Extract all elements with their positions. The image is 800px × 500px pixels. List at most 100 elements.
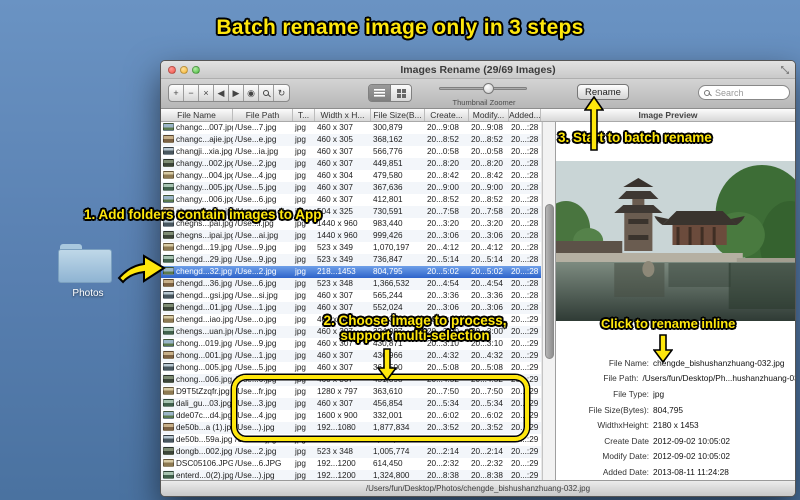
cell-create-date: 20...8:52 bbox=[427, 135, 459, 144]
image-preview-header: Image Preview bbox=[638, 110, 698, 120]
annotation-rename-inline: Click to rename inline bbox=[601, 316, 736, 331]
cell-create-date: 20...4:12 bbox=[427, 243, 459, 252]
zoom-tool-button[interactable] bbox=[259, 85, 274, 101]
file-thumbnail-icon bbox=[163, 363, 174, 371]
cell-type: jpg bbox=[295, 243, 306, 252]
cell-file-name: dde07c...d4.jpg bbox=[176, 411, 232, 420]
thumbnail-zoomer-slider[interactable] bbox=[439, 83, 527, 94]
clear-button[interactable]: × bbox=[199, 85, 214, 101]
file-thumbnail-icon bbox=[163, 471, 174, 479]
cell-dimensions: 1440 x 960 bbox=[317, 231, 358, 240]
file-thumbnail-icon bbox=[163, 183, 174, 191]
table-row[interactable]: chong...001.jpg /Use...1.jpg jpg 460 x 3… bbox=[161, 350, 541, 362]
cell-added-date: 20...:28 bbox=[511, 279, 539, 288]
cell-create-date: 20...4:32 bbox=[427, 351, 459, 360]
cell-added-date: 20...:28 bbox=[511, 291, 539, 300]
preview-eye-button[interactable]: ◉ bbox=[244, 85, 259, 101]
cell-type: jpg bbox=[295, 171, 306, 180]
cell-modify-date: 20...5:14 bbox=[471, 255, 503, 264]
column-header-type[interactable]: T... bbox=[293, 109, 315, 121]
file-thumbnail-icon bbox=[163, 339, 174, 347]
table-row[interactable]: changy...005.jpg /Use...5.jpg jpg 460 x … bbox=[161, 182, 541, 194]
cell-dimensions: 218...1453 bbox=[317, 267, 356, 276]
cell-create-date: 20...9:00 bbox=[427, 183, 459, 192]
cell-added-date: 20...:28 bbox=[511, 183, 539, 192]
fullscreen-icon[interactable] bbox=[780, 65, 790, 75]
cell-file-name: changy...002.jpg bbox=[176, 159, 233, 168]
add-folder-button[interactable]: + bbox=[169, 85, 184, 101]
folder-icon-body bbox=[58, 249, 112, 283]
table-row[interactable]: changy...006.jpg /Use...6.jpg jpg 460 x … bbox=[161, 194, 541, 206]
cell-file-name: chengd...32.jpg bbox=[176, 267, 232, 276]
cell-modify-date: 20...8:52 bbox=[471, 135, 503, 144]
cell-type: jpg bbox=[295, 267, 306, 276]
cell-dimensions: 192...1200 bbox=[317, 459, 356, 468]
folder-label: Photos bbox=[72, 288, 104, 299]
cell-file-size: 565,244 bbox=[373, 291, 403, 300]
file-info-list: File Name: chengde_bishushanzhuang-032.j… bbox=[556, 355, 795, 480]
table-row[interactable]: chengd...19.jpg /Use...9.jpg jpg 523 x 3… bbox=[161, 242, 541, 254]
table-row[interactable]: changc...ajie.jpg /Use...e.jpg jpg 460 x… bbox=[161, 134, 541, 146]
table-row[interactable]: chong...005.jpg /Use...5.jpg jpg 460 x 3… bbox=[161, 362, 541, 374]
cell-create-date: 20...4:54 bbox=[427, 279, 459, 288]
file-thumbnail-icon bbox=[163, 195, 174, 203]
cell-file-path: /Use...7.jpg bbox=[235, 123, 277, 132]
list-view-button[interactable] bbox=[369, 85, 390, 101]
table-row[interactable]: changc...007.jpg /Use...7.jpg jpg 460 x … bbox=[161, 122, 541, 134]
cell-file-size: 1,366,532 bbox=[373, 279, 410, 288]
status-path: /Users/fun/Desktop/Photos/chengde_bishus… bbox=[365, 484, 591, 493]
photos-folder[interactable]: Photos bbox=[58, 244, 118, 299]
column-header-added-date[interactable]: Added... bbox=[509, 109, 541, 121]
cell-file-name: chong...001.jpg bbox=[176, 351, 232, 360]
table-row[interactable]: changji...xia.jpg /Use...ia.jpg jpg 460 … bbox=[161, 146, 541, 158]
cell-file-path: /Use...ai.jpg bbox=[235, 231, 279, 240]
file-thumbnail-icon bbox=[163, 387, 174, 395]
table-row[interactable]: chengd...29.jpg /Use...9.jpg jpg 523 x 3… bbox=[161, 254, 541, 266]
table-row[interactable]: chegns...ipai.jpg /Use...ai.jpg jpg 1440… bbox=[161, 230, 541, 242]
cell-dimensions: 460 x 307 bbox=[317, 147, 353, 156]
cell-file-path: /Use...4.jpg bbox=[235, 171, 277, 180]
slider-knob[interactable] bbox=[483, 83, 494, 94]
cell-modify-date: 20...8:52 bbox=[471, 195, 503, 204]
table-row[interactable]: changy...002.jpg /Use...2.jpg jpg 460 x … bbox=[161, 158, 541, 170]
column-header-create-date[interactable]: Create... bbox=[425, 109, 469, 121]
cell-file-size: 730,591 bbox=[373, 207, 403, 216]
refresh-button[interactable]: ↻ bbox=[274, 85, 289, 101]
cell-added-date: 20...:28 bbox=[511, 135, 539, 144]
info-value: /Users/fun/Desktop/Ph...hushanzhuang-032… bbox=[642, 373, 795, 384]
grid-view-icon bbox=[396, 88, 406, 98]
cell-file-name: de50b...a (1).jpg bbox=[176, 423, 233, 432]
cell-file-path: /Use...5.jpg bbox=[235, 183, 277, 192]
previous-button[interactable]: ◀ bbox=[214, 85, 229, 101]
table-row[interactable]: chengd...gsi.jpg /Use...si.jpg jpg 460 x… bbox=[161, 290, 541, 302]
column-header-dimensions[interactable]: Width x H... bbox=[315, 109, 371, 121]
status-bar: /Users/fun/Desktop/Photos/chengde_bishus… bbox=[161, 480, 795, 496]
cell-create-date: 20...8:42 bbox=[427, 171, 459, 180]
column-header-modify-date[interactable]: Modify... bbox=[469, 109, 509, 121]
preview-info-row: WidthxHeight: 2180 x 1453 bbox=[556, 417, 795, 433]
next-button[interactable]: ▶ bbox=[229, 85, 244, 101]
table-scrollbar[interactable] bbox=[542, 122, 555, 482]
file-thumbnail-icon bbox=[163, 351, 174, 359]
magnifier-icon bbox=[263, 90, 269, 96]
cell-file-name: changji...xia.jpg bbox=[176, 147, 233, 156]
search-input[interactable]: Search bbox=[698, 85, 790, 100]
table-row[interactable]: chengd...36.jpg /Use...6.jpg jpg 523 x 3… bbox=[161, 278, 541, 290]
cell-file-name: changc...007.jpg bbox=[176, 123, 233, 132]
remove-button[interactable]: − bbox=[184, 85, 199, 101]
cell-type: jpg bbox=[295, 195, 306, 204]
table-row[interactable]: DSC05106.JPG /Use...6.JPG jpg 192...1200… bbox=[161, 458, 541, 470]
cell-added-date: 20...:28 bbox=[511, 267, 539, 276]
scrollbar-thumb[interactable] bbox=[545, 204, 554, 359]
column-header-file-path[interactable]: File Path bbox=[233, 109, 293, 121]
column-header-file-name[interactable]: File Name bbox=[161, 109, 233, 121]
file-thumbnail-icon bbox=[163, 291, 174, 299]
preview-info-row: Create Date 2012-09-02 10:05:02 bbox=[556, 433, 795, 449]
cell-added-date: 20...:28 bbox=[511, 231, 539, 240]
column-header-file-size[interactable]: File Size(B... bbox=[371, 109, 425, 121]
cell-dimensions: 460 x 307 bbox=[317, 363, 353, 372]
table-row[interactable]: chengd...32.jpg /Use...2.jpg jpg 218...1… bbox=[161, 266, 541, 278]
cell-file-size: 804,795 bbox=[373, 267, 403, 276]
table-row[interactable]: dongb...002.jpg /Use...2.jpg jpg 523 x 3… bbox=[161, 446, 541, 458]
table-row[interactable]: changy...004.jpg /Use...4.jpg jpg 460 x … bbox=[161, 170, 541, 182]
